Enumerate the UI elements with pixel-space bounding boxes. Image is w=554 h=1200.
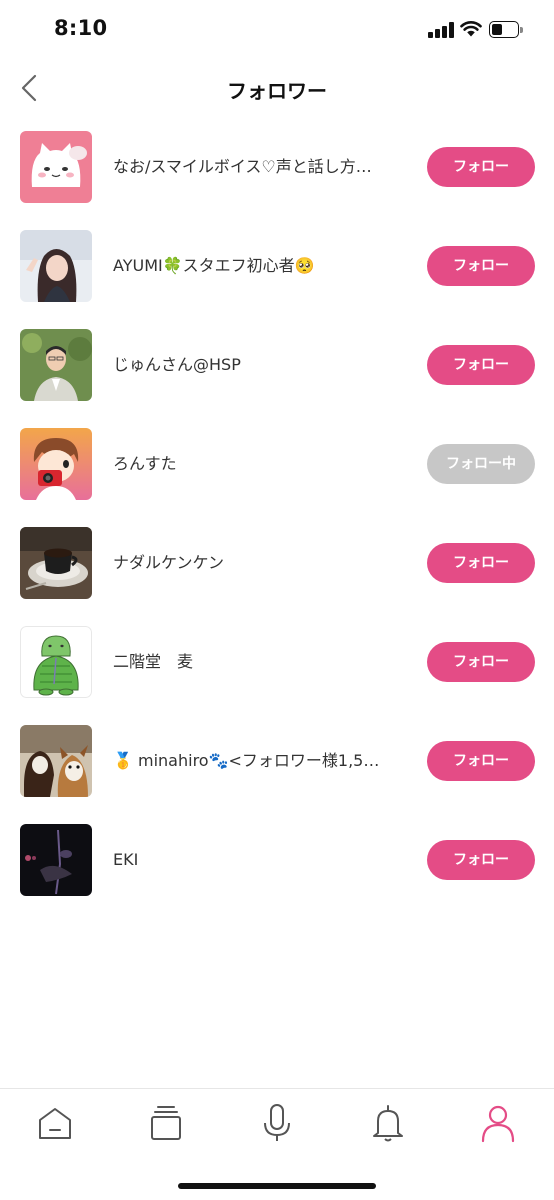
battery-icon [489, 21, 523, 38]
user-name[interactable]: なお/スマイルボイス♡声と話し方… [113, 155, 403, 179]
follow-button[interactable]: フォロー [427, 642, 535, 682]
user-name[interactable]: ナダルケンケン [113, 551, 403, 575]
following-button[interactable]: フォロー中 [427, 444, 535, 484]
status-bar: 8:10 [0, 0, 554, 60]
camera-boy-avatar-image [20, 428, 92, 500]
list-item[interactable]: AYUMI🍀スタエフ初心者🥺 フォロー [0, 217, 554, 316]
stack-icon [151, 1106, 181, 1140]
list-item[interactable]: EKI フォロー [0, 811, 554, 910]
page-title: フォロワー [227, 79, 327, 103]
follow-button[interactable]: フォロー [427, 840, 535, 880]
tab-profile[interactable] [478, 1103, 518, 1143]
avatar[interactable] [20, 725, 92, 797]
home-icon [39, 1108, 71, 1139]
avatar[interactable] [20, 626, 92, 698]
avatar[interactable] [20, 230, 92, 302]
list-item[interactable]: なお/スマイルボイス♡声と話し方… フォロー [0, 118, 554, 217]
avatar[interactable] [20, 131, 92, 203]
user-name[interactable]: じゅんさん@HSP [113, 353, 403, 377]
user-name[interactable]: AYUMI🍀スタエフ初心者🥺 [113, 254, 403, 278]
tab-library[interactable] [146, 1103, 186, 1143]
list-item[interactable]: ナダルケンケン フォロー [0, 514, 554, 613]
follow-button[interactable]: フォロー [427, 246, 535, 286]
home-indicator [178, 1183, 376, 1189]
woman-avatar-image [20, 230, 92, 302]
tab-notifications[interactable] [368, 1103, 408, 1143]
follow-button[interactable]: フォロー [427, 543, 535, 583]
bell-icon [373, 1105, 403, 1142]
man-avatar-image [20, 329, 92, 401]
user-name[interactable]: 🥇 minahiro🐾<フォロワー様1,5… [113, 749, 403, 773]
user-name[interactable]: 二階堂 麦 [113, 650, 403, 674]
wifi-icon [460, 21, 482, 37]
tab-home[interactable] [35, 1103, 75, 1143]
list-item[interactable]: ろんすた フォロー中 [0, 415, 554, 514]
follow-button[interactable]: フォロー [427, 741, 535, 781]
dark-avatar-image [20, 824, 92, 896]
cellular-signal-icon [428, 22, 454, 38]
user-name[interactable]: EKI [113, 848, 403, 872]
list-item[interactable]: 🥇 minahiro🐾<フォロワー様1,5… フォロー [0, 712, 554, 811]
status-time: 8:10 [54, 16, 108, 40]
cat-avatar-image [20, 131, 92, 203]
avatar[interactable] [20, 329, 92, 401]
coffee-avatar-image [20, 527, 92, 599]
avatar[interactable] [20, 824, 92, 896]
microphone-icon [264, 1104, 290, 1141]
dogs-avatar-image [20, 725, 92, 797]
person-icon [481, 1105, 515, 1143]
green-character-avatar-image [20, 626, 92, 698]
follow-button[interactable]: フォロー [427, 147, 535, 187]
avatar[interactable] [20, 527, 92, 599]
tab-record[interactable] [257, 1103, 297, 1143]
list-item[interactable]: じゅんさん@HSP フォロー [0, 316, 554, 415]
header: フォロワー [0, 60, 554, 118]
user-name[interactable]: ろんすた [113, 452, 403, 476]
avatar[interactable] [20, 428, 92, 500]
list-item[interactable]: 二階堂 麦 フォロー [0, 613, 554, 712]
follow-button[interactable]: フォロー [427, 345, 535, 385]
